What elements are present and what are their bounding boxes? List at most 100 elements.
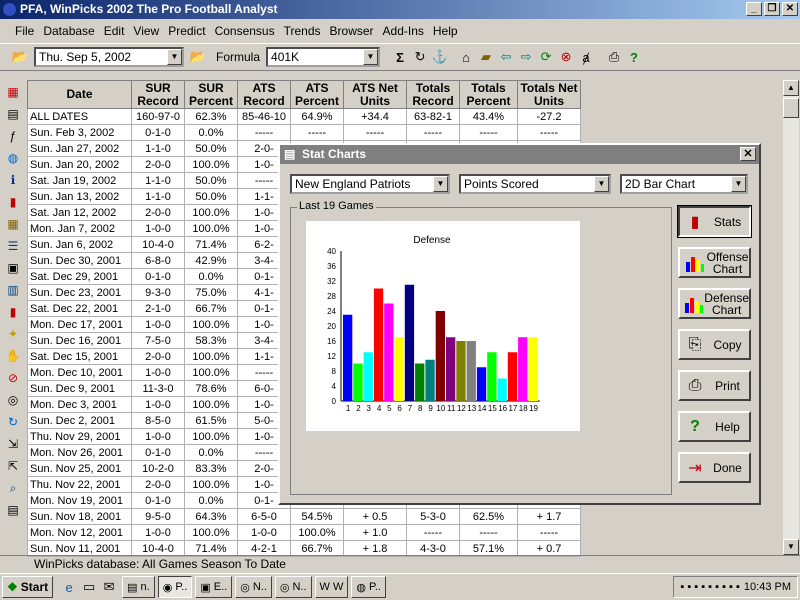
- import-icon[interactable]: ⇲: [2, 434, 24, 454]
- menu-trends[interactable]: Trends: [281, 24, 324, 38]
- cycle-icon[interactable]: ↻: [2, 412, 24, 432]
- defense-chart-button[interactable]: Defense Chart: [678, 288, 751, 319]
- tray-icons[interactable]: ▪ ▪ ▪ ▪ ▪ ▪ ▪ ▪ ▪: [680, 581, 740, 593]
- notes-icon[interactable]: ▤: [2, 104, 24, 124]
- refresh-icon[interactable]: ↻: [410, 47, 430, 67]
- column-header[interactable]: Date: [27, 80, 132, 109]
- table-cell: 100.0%: [290, 524, 344, 541]
- task-label: N..: [292, 581, 307, 593]
- folder-forward-icon[interactable]: 📂: [188, 47, 208, 67]
- open-folder-icon[interactable]: ▰: [476, 47, 496, 67]
- info-icon[interactable]: ℹ: [2, 170, 24, 190]
- minimize-button[interactable]: _: [746, 2, 762, 16]
- print-button[interactable]: ⎙ Print: [678, 370, 751, 401]
- menu-view[interactable]: View: [130, 24, 162, 38]
- offense-chart-button[interactable]: Offense Chart: [678, 247, 751, 278]
- bulb-icon[interactable]: ✦: [2, 324, 24, 344]
- menu-help[interactable]: Help: [430, 24, 461, 38]
- vertical-scrollbar[interactable]: ▲ ▼: [783, 80, 799, 555]
- formula-select[interactable]: 401K ▼: [266, 47, 381, 67]
- help-button[interactable]: ? Help: [678, 411, 751, 442]
- table-cell: 100.0%: [184, 476, 238, 493]
- help-icon[interactable]: ?: [624, 47, 644, 67]
- task-button-2[interactable]: ◉ P..: [157, 576, 193, 598]
- table-row[interactable]: Sun. Nov 18, 2001 9-5-0 64.3% 6-5-0 54.5% + 0…: [27, 508, 581, 525]
- task-button-4[interactable]: ◎ N..: [235, 576, 272, 598]
- copy-button[interactable]: ⎘ Copy: [678, 329, 751, 360]
- table-row[interactable]: ALL DATES 160-97-0 62.3% 85-46-10 64.9% +34.4…: [27, 108, 581, 125]
- restore-button[interactable]: ❐: [764, 2, 780, 16]
- sum-icon[interactable]: Σ: [390, 47, 410, 67]
- folder-back-icon[interactable]: 📂: [10, 47, 30, 67]
- task-button-3[interactable]: ▣ E..: [195, 576, 233, 598]
- home-icon[interactable]: ⌂: [456, 47, 476, 67]
- table-cell: 100.0%: [184, 204, 238, 221]
- column-header[interactable]: ATS Net Units: [343, 80, 407, 109]
- table-row[interactable]: Sun. Feb 3, 2002 0-1-0 0.0% ----- ----- -----…: [27, 124, 581, 141]
- ie-icon[interactable]: e: [59, 577, 79, 597]
- formula-icon[interactable]: ƒ: [2, 126, 24, 146]
- chevron-down-icon[interactable]: ▼: [594, 176, 609, 192]
- table-row[interactable]: Mon. Nov 12, 2001 1-0-0 100.0% 1-0-0 100.0% +…: [27, 524, 581, 541]
- doc-icon[interactable]: ▤: [2, 500, 24, 520]
- grid-icon[interactable]: ▦: [2, 214, 24, 234]
- arrow-left-icon[interactable]: ⇦: [496, 47, 516, 67]
- chevron-down-icon[interactable]: ▼: [731, 176, 746, 192]
- table-icon[interactable]: ▥: [2, 280, 24, 300]
- table-cell: 50.0%: [184, 140, 238, 157]
- magnify-icon[interactable]: ⌕: [2, 478, 24, 498]
- stats-button[interactable]: ▮ Stats: [677, 205, 752, 238]
- chevron-down-icon[interactable]: ▼: [167, 49, 182, 65]
- target-icon[interactable]: ◎: [2, 390, 24, 410]
- menu-addins[interactable]: Add-Ins: [380, 24, 427, 38]
- close-button[interactable]: ✕: [782, 2, 798, 16]
- reload-page-icon[interactable]: ⟳: [536, 47, 556, 67]
- printer-icon[interactable]: ⎙: [604, 47, 624, 67]
- outlook-icon[interactable]: ✉: [99, 577, 119, 597]
- table-cell: Sun. Nov 18, 2001: [27, 508, 132, 525]
- task-button-7[interactable]: ◍ P..: [351, 576, 386, 598]
- no-icon[interactable]: ⊘: [2, 368, 24, 388]
- stat-select[interactable]: Points Scored ▼: [459, 174, 611, 194]
- dialog-close-icon[interactable]: ✕: [740, 147, 756, 161]
- wand-icon[interactable]: ⱥ: [576, 47, 596, 67]
- menu-browser[interactable]: Browser: [327, 24, 377, 38]
- chevron-down-icon[interactable]: ▼: [363, 49, 379, 65]
- column-header[interactable]: Totals Net Units: [517, 80, 581, 109]
- chevron-down-icon[interactable]: ▼: [433, 176, 448, 192]
- start-button[interactable]: ❖ Start: [2, 576, 54, 598]
- export-icon[interactable]: ⇱: [2, 456, 24, 476]
- menu-file[interactable]: File: [12, 24, 37, 38]
- column-header[interactable]: SUR Record: [131, 80, 185, 109]
- list-icon[interactable]: ☰: [2, 236, 24, 256]
- scroll-thumb[interactable]: [783, 98, 799, 118]
- column-header[interactable]: Totals Record: [406, 80, 460, 109]
- menu-predict[interactable]: Predict: [165, 24, 208, 38]
- window-icon[interactable]: ▣: [2, 258, 24, 278]
- menu-consensus[interactable]: Consensus: [212, 24, 278, 38]
- task-button-6[interactable]: WW: [314, 576, 349, 598]
- anchor-icon[interactable]: ⚓: [430, 47, 450, 67]
- arrow-right-icon[interactable]: ⇨: [516, 47, 536, 67]
- task-button-5[interactable]: ◎ N..: [274, 576, 312, 598]
- team-select[interactable]: New England Patriots ▼: [290, 174, 450, 194]
- menu-edit[interactable]: Edit: [101, 24, 128, 38]
- desktop-icon[interactable]: ▭: [79, 577, 99, 597]
- done-button[interactable]: ⇥ Done: [678, 452, 751, 483]
- scroll-down-arrow-icon[interactable]: ▼: [783, 539, 799, 555]
- task-button-1[interactable]: ▤ n.: [122, 576, 155, 598]
- book-icon[interactable]: ▮: [2, 192, 24, 212]
- column-header[interactable]: SUR Percent: [184, 80, 238, 109]
- chart-type-select[interactable]: 2D Bar Chart ▼: [620, 174, 748, 194]
- stats-icon[interactable]: ▦: [2, 82, 24, 102]
- globe-icon[interactable]: ◍: [2, 148, 24, 168]
- column-header[interactable]: Totals Percent: [459, 80, 518, 109]
- column-header[interactable]: ATS Percent: [290, 80, 344, 109]
- bar-chart-icon[interactable]: ▮: [2, 302, 24, 322]
- stop-icon[interactable]: ⊗: [556, 47, 576, 67]
- column-header[interactable]: ATS Record: [237, 80, 291, 109]
- scroll-up-arrow-icon[interactable]: ▲: [783, 80, 799, 96]
- menu-database[interactable]: Database: [40, 24, 97, 38]
- date-select[interactable]: Thu. Sep 5, 2002 ▼: [34, 47, 184, 67]
- hand-icon[interactable]: ✋: [2, 346, 24, 366]
